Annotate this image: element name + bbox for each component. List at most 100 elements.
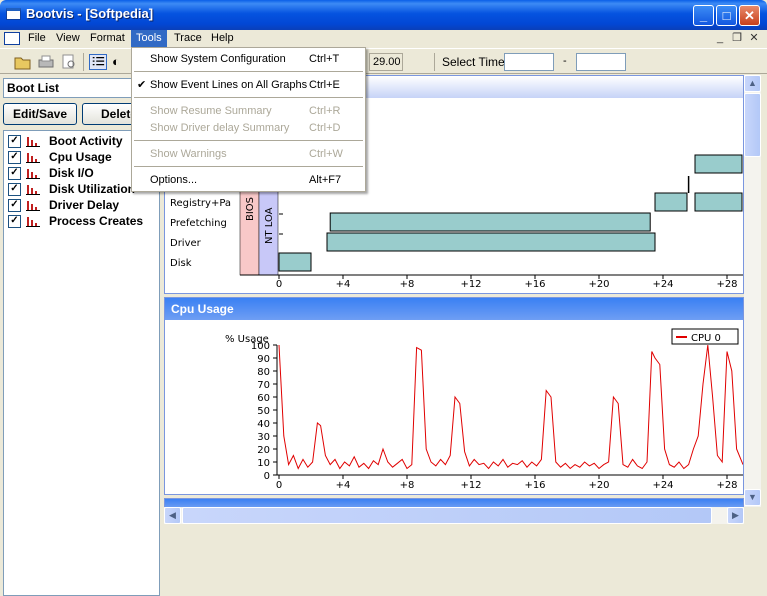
menu-separator: [134, 71, 363, 72]
print-icon[interactable]: [37, 54, 55, 70]
graph-item-label: Disk Utilization: [49, 182, 136, 196]
menu-view[interactable]: View: [51, 30, 85, 48]
graph-item-label: Process Creates: [49, 214, 144, 228]
x-tick-label: +28: [716, 279, 737, 290]
print-preview-icon[interactable]: [60, 54, 78, 70]
menu-separator: [134, 166, 363, 167]
graph-item-process-creates[interactable]: ✓ Process Creates: [8, 213, 158, 229]
activity-bar: [694, 192, 743, 212]
list-view-icon[interactable]: [89, 54, 107, 70]
select-time-label: Select Time: [442, 55, 505, 69]
title-bar: Bootvis - [Softpedia] _ □ ✕: [0, 0, 767, 30]
close-icon: ✕: [744, 8, 755, 23]
mdi-close-icon[interactable]: ✕: [746, 31, 762, 46]
menu-item-show-driver-delay-summary: Show Driver delay Summary Ctrl+D: [132, 117, 365, 139]
range-separator: -: [563, 55, 567, 67]
app-icon: [6, 8, 21, 20]
menu-format[interactable]: Format: [85, 30, 130, 48]
bar-chart-icon: [26, 153, 40, 163]
menu-item-shortcut: Ctrl+W: [309, 148, 343, 160]
menu-item-shortcut: Alt+F7: [309, 174, 342, 186]
y-tick-label: 40: [257, 419, 270, 430]
graph-item-driver-delay[interactable]: ✓ Driver Delay: [8, 197, 158, 213]
menu-item-show-warnings: Show Warnings Ctrl+W: [132, 143, 365, 165]
checkbox[interactable]: ✓: [8, 199, 21, 212]
zoom-icon[interactable]: ◐: [112, 54, 128, 70]
x-tick-label: +28: [716, 480, 737, 491]
row-label: Driver: [170, 238, 202, 249]
menu-item-label: Show Event Lines on All Graphs: [150, 79, 308, 91]
scroll-thumb[interactable]: [744, 93, 761, 157]
menu-item-show-event-lines[interactable]: ✔ Show Event Lines on All Graphs Ctrl+E: [132, 74, 365, 96]
x-tick-label: +16: [524, 480, 545, 491]
bios-phase-label: BIOS: [245, 197, 256, 221]
menu-item-shortcut: Ctrl+T: [309, 53, 340, 65]
x-tick-label: +8: [400, 279, 415, 290]
vertical-scrollbar[interactable]: ▲ ▼: [744, 75, 761, 507]
scroll-up-button[interactable]: ▲: [744, 75, 761, 92]
menu-separator: [134, 97, 363, 98]
mdi-document-icon[interactable]: [4, 32, 20, 45]
menu-file[interactable]: File: [23, 30, 51, 48]
x-tick-label: +4: [336, 279, 351, 290]
activity-bar: [329, 212, 651, 232]
scroll-right-button[interactable]: ▶: [727, 507, 744, 524]
x-tick-label: +20: [588, 480, 609, 491]
y-tick-label: 80: [257, 367, 270, 378]
scroll-down-button[interactable]: ▼: [744, 489, 761, 506]
menu-trace[interactable]: Trace: [169, 30, 207, 48]
x-tick-label: +8: [400, 480, 415, 491]
menu-tools[interactable]: Tools: [131, 30, 167, 48]
graph-item-label: Boot Activity: [49, 134, 123, 148]
y-tick-label: 0: [264, 471, 270, 482]
start-time-input[interactable]: [504, 53, 554, 71]
menu-item-label: Show Warnings: [150, 148, 227, 160]
checkbox[interactable]: ✓: [8, 135, 21, 148]
graph-list: ✓ Boot Activity ✓ Cpu Usage ✓ Disk I/O ✓…: [3, 130, 160, 596]
close-button[interactable]: ✕: [739, 5, 760, 26]
x-tick-label: +4: [336, 480, 351, 491]
edit-save-button[interactable]: Edit/Save: [3, 103, 77, 125]
mdi-minimize-icon[interactable]: _: [712, 31, 728, 46]
open-folder-icon[interactable]: [14, 54, 32, 70]
activity-bar: [654, 192, 688, 212]
checkbox[interactable]: ✓: [8, 215, 21, 228]
checkbox[interactable]: ✓: [8, 183, 21, 196]
x-tick-label: +24: [652, 279, 673, 290]
y-tick-label: 10: [257, 458, 270, 469]
toolbar-separator: [83, 53, 84, 71]
y-tick-label: 100: [251, 341, 270, 352]
cpu-0-series-line: [278, 344, 743, 470]
x-tick-label: 0: [276, 480, 282, 491]
minimize-button[interactable]: _: [693, 5, 714, 26]
checkmark-icon: ✔: [137, 79, 147, 91]
toolbar-separator: [434, 53, 435, 71]
scroll-right-icon: ▶: [732, 510, 739, 520]
mdi-restore-icon[interactable]: ❐: [729, 31, 745, 46]
checkbox[interactable]: ✓: [8, 151, 21, 164]
end-time-input[interactable]: [576, 53, 626, 71]
scroll-down-icon: ▼: [748, 492, 757, 502]
hscroll-thumb[interactable]: [182, 507, 712, 524]
activity-bar: [326, 232, 656, 252]
checkbox[interactable]: ✓: [8, 167, 21, 180]
menu-item-shortcut: Ctrl+E: [309, 79, 340, 91]
row-label: Disk: [170, 258, 192, 269]
bar-chart-icon: [26, 137, 40, 147]
window-title: Bootvis - [Softpedia]: [26, 6, 154, 21]
menu-help[interactable]: Help: [206, 30, 239, 48]
bar-chart-icon: [26, 217, 40, 227]
menu-item-show-system-configuration[interactable]: Show System Configuration Ctrl+T: [132, 48, 365, 70]
menu-item-options[interactable]: Options... Alt+F7: [132, 169, 365, 191]
scroll-left-button[interactable]: ◀: [164, 507, 181, 524]
horizontal-scrollbar[interactable]: ◀ ▶: [164, 507, 744, 524]
row-label: Registry+Pa: [170, 198, 231, 209]
graph-item-label: Driver Delay: [49, 198, 120, 212]
menu-item-shortcut: Ctrl+D: [309, 122, 341, 134]
disk-io-panel: [164, 498, 744, 508]
menu-bar: File View Format Tools Trace Help: [0, 30, 767, 48]
x-tick-label: +16: [524, 279, 545, 290]
maximize-button[interactable]: □: [716, 5, 737, 26]
menu-item-label: Options...: [150, 174, 198, 186]
graph-item-label: Cpu Usage: [49, 150, 112, 164]
